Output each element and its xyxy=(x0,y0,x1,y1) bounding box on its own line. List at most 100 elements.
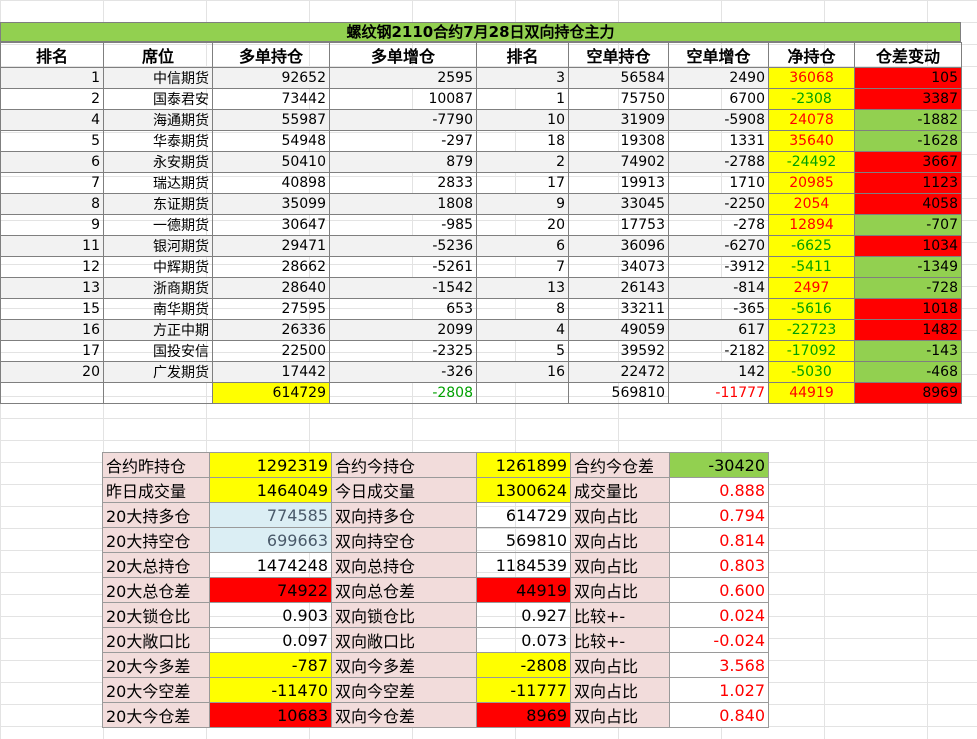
total-diff-cell[interactable]: 8969 xyxy=(854,382,962,404)
stat-value[interactable]: 44919 xyxy=(476,577,571,603)
long-position-cell[interactable]: 22500 xyxy=(212,340,330,362)
column-header[interactable]: 净持仓 xyxy=(768,42,855,68)
total-short-cell[interactable]: 569810 xyxy=(568,382,669,404)
short-rank-cell[interactable]: 8 xyxy=(476,298,569,320)
column-header[interactable]: 排名 xyxy=(0,42,104,68)
position-diff-cell[interactable]: -1349 xyxy=(854,256,962,278)
stat-value[interactable]: 0.794 xyxy=(669,502,769,528)
firm-cell[interactable]: 广发期货 xyxy=(103,361,213,383)
stat-value[interactable]: 1300624 xyxy=(476,477,571,503)
stat-value[interactable]: 0.903 xyxy=(209,602,332,628)
short-position-cell[interactable]: 33211 xyxy=(568,298,669,320)
long-position-cell[interactable]: 28640 xyxy=(212,277,330,299)
short-position-cell[interactable]: 31909 xyxy=(568,109,669,131)
stat-value[interactable]: 1464049 xyxy=(209,477,332,503)
stat-label[interactable]: 20大持多仓 xyxy=(102,502,210,528)
stat-label[interactable]: 双向今仓差 xyxy=(331,702,477,728)
long-change-cell[interactable]: -7790 xyxy=(329,109,477,131)
long-change-cell[interactable]: 2099 xyxy=(329,319,477,341)
stat-label[interactable]: 20大持空仓 xyxy=(102,527,210,553)
net-position-cell[interactable]: 24078 xyxy=(768,109,855,131)
position-diff-cell[interactable]: -143 xyxy=(854,340,962,362)
stat-value[interactable]: 1261899 xyxy=(476,452,571,478)
short-position-cell[interactable]: 33045 xyxy=(568,193,669,215)
stat-label[interactable]: 双向占比 xyxy=(570,577,670,603)
long-change-cell[interactable]: -2325 xyxy=(329,340,477,362)
empty-cell[interactable] xyxy=(0,382,104,404)
short-change-cell[interactable]: -2182 xyxy=(668,340,769,362)
stat-label[interactable]: 双向今空差 xyxy=(331,677,477,703)
stat-value[interactable]: 0.888 xyxy=(669,477,769,503)
stat-label[interactable]: 20大今多差 xyxy=(102,652,210,678)
empty-cell[interactable] xyxy=(476,382,569,404)
stat-label[interactable]: 20大锁仓比 xyxy=(102,602,210,628)
column-header[interactable]: 席位 xyxy=(103,42,213,68)
firm-cell[interactable]: 国投安信 xyxy=(103,340,213,362)
long-change-cell[interactable]: 2833 xyxy=(329,172,477,194)
stat-value[interactable]: 74922 xyxy=(209,577,332,603)
net-position-cell[interactable]: -17092 xyxy=(768,340,855,362)
rank-cell[interactable]: 6 xyxy=(0,151,104,173)
stat-label[interactable]: 20大总仓差 xyxy=(102,577,210,603)
firm-cell[interactable]: 国泰君安 xyxy=(103,88,213,110)
long-position-cell[interactable]: 26336 xyxy=(212,319,330,341)
position-diff-cell[interactable]: 1482 xyxy=(854,319,962,341)
short-rank-cell[interactable]: 6 xyxy=(476,235,569,257)
stat-value[interactable]: 3.568 xyxy=(669,652,769,678)
stat-value[interactable]: 0.073 xyxy=(476,627,571,653)
position-diff-cell[interactable]: 3667 xyxy=(854,151,962,173)
stat-label[interactable]: 20大总持仓 xyxy=(102,552,210,578)
short-position-cell[interactable]: 74902 xyxy=(568,151,669,173)
short-change-cell[interactable]: -2250 xyxy=(668,193,769,215)
stat-label[interactable]: 20大今仓差 xyxy=(102,702,210,728)
short-position-cell[interactable]: 75750 xyxy=(568,88,669,110)
short-rank-cell[interactable]: 4 xyxy=(476,319,569,341)
stat-label[interactable]: 双向占比 xyxy=(570,677,670,703)
position-diff-cell[interactable]: 105 xyxy=(854,67,962,89)
net-position-cell[interactable]: -5616 xyxy=(768,298,855,320)
stat-value[interactable]: 614729 xyxy=(476,502,571,528)
rank-cell[interactable]: 17 xyxy=(0,340,104,362)
stat-label[interactable]: 双向占比 xyxy=(570,527,670,553)
short-change-cell[interactable]: -365 xyxy=(668,298,769,320)
stat-label[interactable]: 合约今持仓 xyxy=(331,452,477,478)
short-change-cell[interactable]: -814 xyxy=(668,277,769,299)
short-change-cell[interactable]: 6700 xyxy=(668,88,769,110)
long-change-cell[interactable]: -297 xyxy=(329,130,477,152)
stat-label[interactable]: 双向持多仓 xyxy=(331,502,477,528)
net-position-cell[interactable]: 36068 xyxy=(768,67,855,89)
short-change-cell[interactable]: 1331 xyxy=(668,130,769,152)
net-position-cell[interactable]: 2497 xyxy=(768,277,855,299)
firm-cell[interactable]: 华泰期货 xyxy=(103,130,213,152)
long-position-cell[interactable]: 55987 xyxy=(212,109,330,131)
rank-cell[interactable]: 13 xyxy=(0,277,104,299)
firm-cell[interactable]: 浙商期货 xyxy=(103,277,213,299)
short-position-cell[interactable]: 19308 xyxy=(568,130,669,152)
stat-label[interactable]: 合约今仓差 xyxy=(570,452,670,478)
firm-cell[interactable]: 方正中期 xyxy=(103,319,213,341)
long-change-cell[interactable]: -5236 xyxy=(329,235,477,257)
stat-label[interactable]: 比较+- xyxy=(570,627,670,653)
long-position-cell[interactable]: 29471 xyxy=(212,235,330,257)
short-change-cell[interactable]: -5908 xyxy=(668,109,769,131)
firm-cell[interactable]: 中辉期货 xyxy=(103,256,213,278)
short-rank-cell[interactable]: 9 xyxy=(476,193,569,215)
total-long-change-cell[interactable]: -2808 xyxy=(329,382,477,404)
short-change-cell[interactable]: -3912 xyxy=(668,256,769,278)
rank-cell[interactable]: 5 xyxy=(0,130,104,152)
long-position-cell[interactable]: 92652 xyxy=(212,67,330,89)
column-header[interactable]: 多单增仓 xyxy=(329,42,477,68)
net-position-cell[interactable]: -2308 xyxy=(768,88,855,110)
long-position-cell[interactable]: 40898 xyxy=(212,172,330,194)
long-position-cell[interactable]: 54948 xyxy=(212,130,330,152)
stat-label[interactable]: 双向敞口比 xyxy=(331,627,477,653)
long-position-cell[interactable]: 17442 xyxy=(212,361,330,383)
rank-cell[interactable]: 11 xyxy=(0,235,104,257)
firm-cell[interactable]: 一德期货 xyxy=(103,214,213,236)
short-change-cell[interactable]: 2490 xyxy=(668,67,769,89)
rank-cell[interactable]: 12 xyxy=(0,256,104,278)
net-position-cell[interactable]: -22723 xyxy=(768,319,855,341)
short-rank-cell[interactable]: 17 xyxy=(476,172,569,194)
stat-value[interactable]: -787 xyxy=(209,652,332,678)
rank-cell[interactable]: 2 xyxy=(0,88,104,110)
